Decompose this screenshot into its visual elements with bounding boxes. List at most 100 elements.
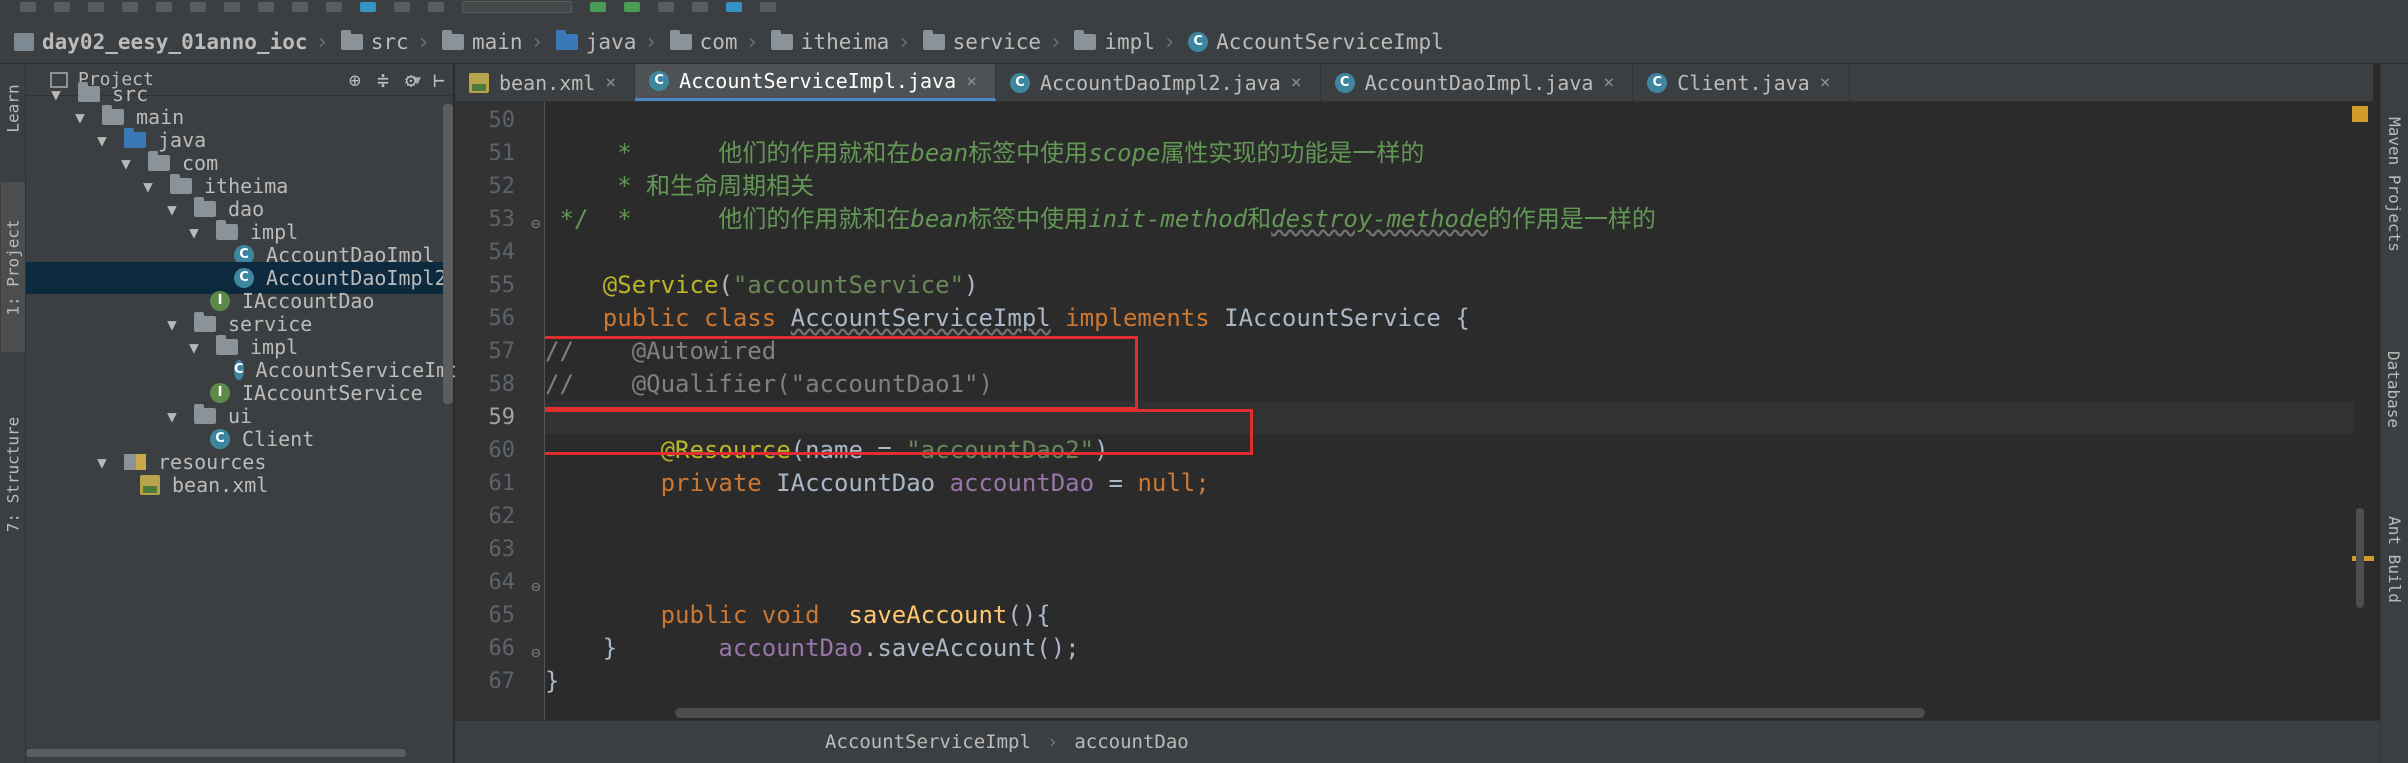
run-configuration-select[interactable] [462, 1, 572, 13]
doc-code: init-method [1088, 205, 1248, 233]
structure-tab-label: 7: Structure [3, 416, 23, 532]
code-line-64: public void saveAccount(){ [545, 566, 1051, 629]
error-stripe[interactable] [2354, 102, 2380, 720]
chevron-right-icon: › [644, 29, 658, 55]
tab-bean-xml[interactable]: bean.xml × [455, 64, 636, 101]
back-icon[interactable] [360, 2, 376, 12]
stop-icon[interactable] [692, 2, 708, 12]
forward-icon[interactable] [394, 2, 410, 12]
breadcrumb-label: com [699, 30, 738, 54]
tab-client[interactable]: C Client.java × [1633, 64, 1850, 101]
find-icon[interactable] [292, 2, 308, 12]
keyword: null [1137, 469, 1196, 497]
open-icon[interactable] [20, 2, 36, 12]
breadcrumb-itheima[interactable]: itheima [770, 30, 890, 54]
cut-icon[interactable] [190, 2, 206, 12]
database-tool-tab[interactable]: Database [2382, 324, 2406, 454]
close-icon[interactable]: × [1603, 72, 1614, 93]
fold-marker-icon[interactable]: ⊖ [531, 643, 541, 662]
breadcrumb-src[interactable]: src [340, 30, 409, 54]
breadcrumb-main[interactable]: main [441, 30, 523, 54]
structure-tool-tab[interactable]: 7: Structure [1, 394, 25, 554]
package-icon [194, 197, 216, 217]
breadcrumb-java[interactable]: java [555, 30, 636, 54]
debug-icon[interactable] [624, 2, 640, 12]
tab-accountdaoimpl[interactable]: C AccountDaoImpl.java × [1321, 64, 1634, 101]
code-line-50: * 他们的作用就和在bean标签中使用scope属性实现的功能是一样的 [545, 104, 1424, 167]
tab-label: AccountDaoImpl2.java [1039, 70, 1281, 95]
code-line-55: public class AccountServiceImpl implemen… [545, 269, 1470, 332]
line-number: 52 [488, 174, 516, 199]
sdk-icon[interactable] [760, 2, 776, 12]
close-icon[interactable]: × [966, 71, 977, 92]
line-number: 55 [488, 273, 516, 298]
run-icon[interactable] [590, 2, 606, 12]
fold-marker-icon[interactable]: ⊖ [531, 214, 541, 233]
highlight-box-commented-autowired [545, 336, 1138, 410]
field-name: accountDao [949, 469, 1095, 497]
undo-icon[interactable] [122, 2, 138, 12]
project-panel-scrollbar[interactable] [443, 104, 453, 404]
fold-marker-icon[interactable]: ⊖ [531, 577, 541, 596]
warning-indicator-icon[interactable] [2352, 106, 2368, 122]
project-icon [14, 33, 34, 51]
package-icon [194, 404, 216, 424]
close-icon[interactable]: × [605, 72, 616, 93]
ant-build-tool-tab[interactable]: Ant Build [2382, 494, 2406, 624]
package-icon [770, 30, 793, 50]
paste-icon[interactable] [258, 2, 274, 12]
editor-vertical-scrollbar[interactable] [2356, 508, 2364, 608]
breadcrumb-service[interactable]: service [922, 30, 1041, 54]
coverage-icon[interactable] [658, 2, 674, 12]
project-panel-horizontal-scrollbar[interactable] [26, 749, 406, 757]
editor-horizontal-scrollbar[interactable] [675, 708, 1925, 718]
line-number-gutter[interactable]: 50 51 52 53 54 55 56 57 58 59 60 61 62 6… [455, 102, 545, 720]
breadcrumb-impl[interactable]: impl [1074, 30, 1155, 54]
breadcrumb-label: itheima [800, 30, 890, 54]
resources-folder-icon [124, 454, 146, 470]
copy-icon[interactable] [224, 2, 240, 12]
replace-icon[interactable] [326, 2, 342, 12]
class-icon: C [1334, 72, 1355, 93]
line-number: 62 [488, 504, 516, 529]
vcs-icon[interactable] [726, 2, 742, 12]
redo-icon[interactable] [156, 2, 172, 12]
code-line-67: } [545, 667, 560, 695]
operator: = [1094, 469, 1138, 497]
save-icon[interactable] [54, 2, 70, 12]
folder-icon [102, 105, 124, 125]
line-number: 60 [488, 438, 516, 463]
breadcrumb-file[interactable]: C AccountServiceImpl [1188, 30, 1444, 54]
code-editor[interactable]: * 他们的作用就和在bean标签中使用scope属性实现的功能是一样的 * 和生… [545, 102, 2355, 720]
line-number: 58 [488, 372, 516, 397]
breadcrumb-project[interactable]: day02_eesy_01anno_ioc [14, 30, 308, 54]
close-icon[interactable]: × [1291, 72, 1302, 93]
close-icon[interactable]: × [1820, 72, 1831, 93]
package-icon [216, 335, 238, 355]
method-call: .saveAccount(); [862, 634, 1080, 662]
chevron-right-icon: › [745, 29, 759, 55]
database-tab-label: Database [2384, 350, 2404, 428]
breadcrumb-label: AccountServiceImpl [1216, 30, 1444, 54]
breadcrumb-com[interactable]: com [669, 30, 738, 54]
maven-projects-tool-tab[interactable]: Maven Projects [2382, 84, 2406, 284]
tab-accountserviceimpl[interactable]: C AccountServiceImpl.java × [635, 64, 996, 101]
tab-accountdaoimpl2[interactable]: C AccountDaoImpl2.java × [996, 64, 1321, 101]
code-line-52: * 他们的作用就和在bean标签中使用init-method和destroy-m… [545, 170, 1656, 233]
project-tool-tab[interactable]: 1: Project [1, 182, 25, 352]
type-name: IAccountDao [776, 469, 950, 497]
editor-breadcrumb-class[interactable]: AccountServiceImpl [825, 731, 1031, 753]
line-number: 57 [488, 339, 516, 364]
package-icon [216, 220, 238, 240]
tree-item-bean-xml[interactable]: bean.xml [26, 469, 453, 501]
build-icon[interactable] [428, 2, 444, 12]
project-panel: Project ▼ ⊕ ≑ ⚙ ⊢ src main java com ithe… [26, 64, 472, 763]
doc-code: destroy-methode [1271, 205, 1488, 233]
punctuation: ; [1195, 469, 1210, 497]
learn-tool-tab[interactable]: Learn [1, 68, 25, 148]
package-icon [148, 151, 170, 171]
editor-breadcrumb-member[interactable]: accountDao [1074, 731, 1188, 753]
xml-file-icon [469, 72, 489, 93]
source-folder-icon [124, 128, 146, 148]
sync-icon[interactable] [88, 2, 104, 12]
